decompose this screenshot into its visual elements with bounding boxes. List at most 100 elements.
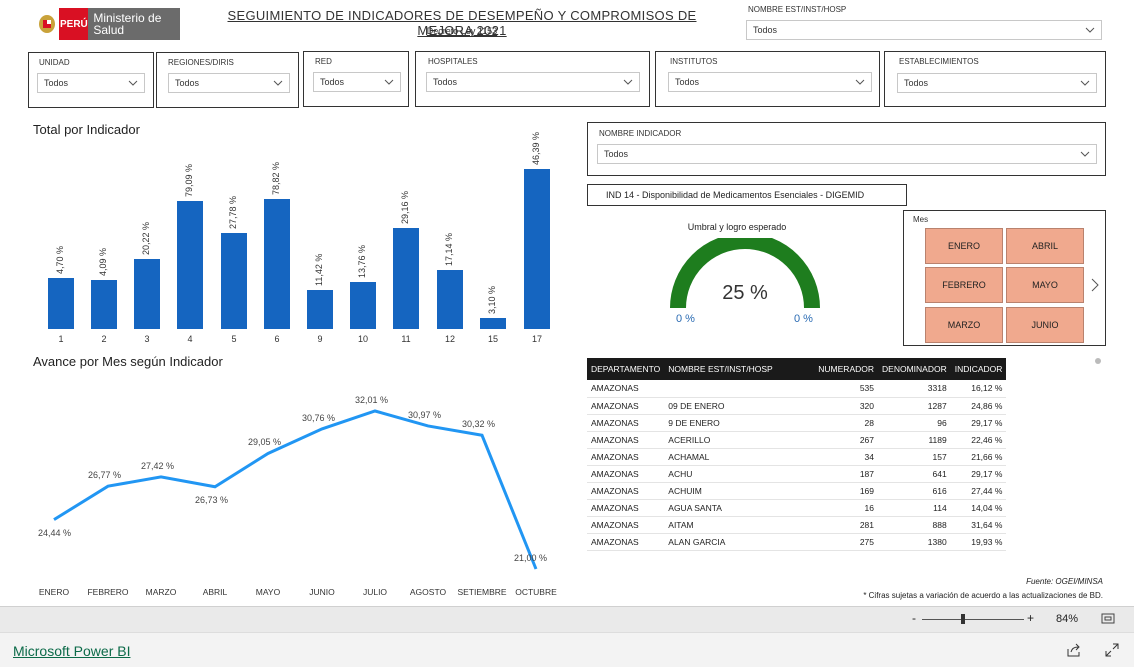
- col-header-denominador[interactable]: DENOMINADOR: [878, 358, 951, 380]
- col-header-departamento[interactable]: DEPARTAMENTO: [587, 358, 665, 380]
- bar[interactable]: [221, 233, 247, 329]
- table-row[interactable]: AMAZONAS AGUA SANTA 16 114 14,04 %: [587, 499, 1007, 517]
- table-row[interactable]: AMAZONAS ALAN GARCIA 275 1380 19,93 %: [587, 533, 1007, 551]
- line-point-label: 21,00 %: [514, 553, 548, 563]
- zoom-in-button[interactable]: +: [1027, 611, 1034, 625]
- bar[interactable]: [264, 198, 290, 329]
- table-cell: 275: [814, 533, 879, 551]
- table-cell: ACERILLO: [664, 431, 815, 449]
- line-chart: 24,44 % ENERO 26,77 % FEBRERO 27,42 % MARZO 26…: [28, 372, 568, 602]
- bar[interactable]: [350, 281, 376, 329]
- month-tile-enero[interactable]: ENERO: [925, 228, 1003, 264]
- table-cell: 535: [814, 380, 879, 398]
- month-tile-mayo[interactable]: MAYO: [1006, 267, 1084, 303]
- table-cell: 14,04 %: [950, 499, 1007, 517]
- month-axis-label: ENERO: [38, 587, 70, 597]
- gauge-max-label: 0 %: [794, 313, 813, 325]
- table-cell: ACHUIM: [664, 482, 815, 500]
- table-cell: 16,12 %: [950, 380, 1007, 398]
- bar-value-label: 17,14 %: [444, 232, 454, 266]
- line-series[interactable]: [53, 409, 538, 570]
- bar-chart: 4,70 % 1 4,09 % 2 20,22 % 3 79,09 % 4 27,78 % 5 78…: [28, 132, 568, 350]
- bar[interactable]: [134, 259, 160, 329]
- slicer-nombre-indicador: NOMBRE INDICADOR Todos: [587, 122, 1106, 176]
- slicer-label-nombre-est: NOMBRE EST/INST/HOSP: [748, 5, 847, 14]
- table-cell: 320: [814, 397, 879, 415]
- table-cell: AMAZONAS: [587, 482, 665, 500]
- bar[interactable]: [91, 280, 117, 329]
- bar[interactable]: [524, 169, 550, 329]
- month-tile-junio[interactable]: JUNIO: [1006, 307, 1084, 343]
- indicator-banner: IND 14 - Disponibilidad de Medicamentos …: [587, 184, 907, 206]
- col-header-nombre[interactable]: NOMBRE EST/INST/HOSP: [664, 358, 815, 380]
- table-cell: 1189: [878, 431, 951, 449]
- month-tile-marzo[interactable]: MARZO: [925, 307, 1003, 343]
- peru-seal-icon: [34, 8, 60, 40]
- bar[interactable]: [393, 228, 419, 329]
- slicer-unidad: UNIDAD Todos: [28, 52, 154, 108]
- bar[interactable]: [48, 278, 74, 329]
- table-cell: 9 DE ENERO: [664, 414, 815, 432]
- zoom-out-button[interactable]: -: [912, 611, 916, 625]
- slicer-label: ESTABLECIMIENTOS: [899, 57, 979, 66]
- table-cell: ACHU: [664, 465, 815, 483]
- col-header-numerador[interactable]: NUMERADOR: [814, 358, 879, 380]
- table-row[interactable]: AMAZONAS ACHU 187 641 29,17 %: [587, 465, 1007, 483]
- zoom-slider-thumb[interactable]: [961, 614, 965, 624]
- bar[interactable]: [177, 201, 203, 329]
- regiones-dropdown[interactable]: Todos: [168, 73, 290, 93]
- col-header-indicador[interactable]: INDICADOR: [950, 358, 1007, 380]
- bar-value-label: 3,10 %: [487, 286, 497, 315]
- red-dropdown[interactable]: Todos: [313, 72, 401, 92]
- chevron-right-icon[interactable]: [1090, 277, 1100, 293]
- table-cell: ALAN GARCIA: [664, 533, 815, 551]
- table-row[interactable]: AMAZONAS 535 3318 16,12 %: [587, 380, 1007, 398]
- bar[interactable]: [307, 289, 333, 329]
- table-cell: [664, 380, 815, 398]
- month-axis-label: JULIO: [362, 587, 388, 597]
- bar-value-label: 4,09 %: [98, 248, 108, 277]
- powerbi-link[interactable]: Microsoft Power BI: [13, 643, 130, 659]
- hospitales-dropdown[interactable]: Todos: [426, 72, 640, 92]
- table-cell: AMAZONAS: [587, 431, 665, 449]
- bar-value-label: 4,70 %: [55, 246, 65, 275]
- institutos-dropdown[interactable]: Todos: [668, 72, 872, 92]
- bar[interactable]: [480, 318, 506, 329]
- logo-org-text: Ministerio de Salud: [93, 11, 162, 37]
- line-point-label: 29,05 %: [248, 437, 282, 448]
- table-cell: 1287: [878, 397, 951, 415]
- table-header-row: DEPARTAMENTO NOMBRE EST/INST/HOSP NUMERA…: [587, 358, 1007, 380]
- zoom-slider-track[interactable]: [922, 619, 1024, 620]
- table-row[interactable]: AMAZONAS ACHUIM 169 616 27,44 %: [587, 482, 1007, 500]
- bar-chart-title: Total por Indicador: [33, 122, 140, 137]
- month-tile-abril[interactable]: ABRIL: [1006, 228, 1084, 264]
- minsa-logo: PERÚ Ministerio de Salud: [34, 8, 180, 40]
- table-cell: 3318: [878, 380, 951, 398]
- fit-to-page-icon[interactable]: [1101, 613, 1115, 624]
- month-tile-febrero[interactable]: FEBRERO: [925, 267, 1003, 303]
- line-chart-svg: [53, 409, 538, 570]
- bar[interactable]: [437, 269, 463, 329]
- dropdown-value: Todos: [44, 78, 69, 88]
- dropdown-value: Todos: [753, 25, 778, 35]
- powerbi-footer: [0, 632, 1134, 667]
- chevron-down-icon: [384, 79, 394, 85]
- slicer-hospitales: HOSPITALES Todos: [415, 51, 650, 107]
- scrollbar-thumb[interactable]: [1095, 358, 1101, 364]
- slicer-red: RED Todos: [303, 51, 409, 107]
- unidad-dropdown[interactable]: Todos: [37, 73, 145, 93]
- table-row[interactable]: AMAZONAS 9 DE ENERO 28 96 29,17 %: [587, 414, 1007, 432]
- fullscreen-icon[interactable]: [1105, 643, 1119, 657]
- table-row[interactable]: AMAZONAS 09 DE ENERO 320 1287 24,86 %: [587, 397, 1007, 415]
- establecimientos-dropdown[interactable]: Todos: [897, 73, 1097, 93]
- table-row[interactable]: AMAZONAS ACERILLO 267 1189 22,46 %: [587, 431, 1007, 449]
- chevron-down-icon: [1080, 80, 1090, 86]
- dropdown-value: Todos: [904, 78, 929, 88]
- nombre-est-dropdown[interactable]: Todos: [746, 20, 1102, 40]
- month-axis-label: ABRIL: [202, 587, 228, 597]
- share-icon[interactable]: [1066, 643, 1082, 657]
- table-row[interactable]: AMAZONAS ACHAMAL 34 157 21,66 %: [587, 448, 1007, 466]
- table-cell: 169: [814, 482, 879, 500]
- nombre-indicador-dropdown[interactable]: Todos: [597, 144, 1097, 164]
- table-row[interactable]: AMAZONAS AITAM 281 888 31,64 %: [587, 516, 1007, 534]
